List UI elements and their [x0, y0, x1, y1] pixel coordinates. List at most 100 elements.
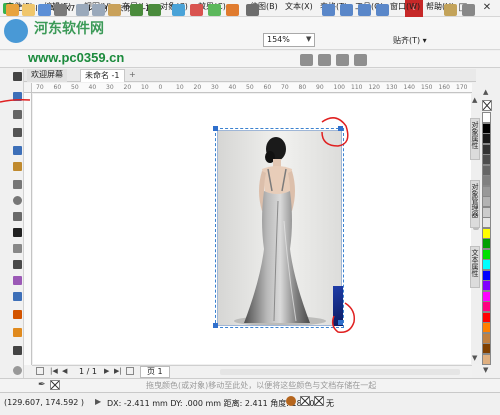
- expand-status-icon[interactable]: ▶: [95, 397, 101, 406]
- color-swatch[interactable]: [482, 322, 491, 333]
- smart-fill-icon[interactable]: [13, 346, 22, 355]
- pick-tool-icon[interactable]: [13, 72, 22, 81]
- drop-shadow-icon[interactable]: [13, 276, 22, 285]
- copy-icon[interactable]: [92, 4, 105, 16]
- transparency-icon[interactable]: [13, 292, 22, 301]
- new-document-icon[interactable]: [6, 4, 19, 16]
- color-swatch[interactable]: [482, 353, 491, 365]
- color-swatch[interactable]: [482, 248, 491, 260]
- menu-window[interactable]: 窗口(W): [390, 1, 420, 12]
- resize-handle-top-left[interactable]: [213, 126, 218, 131]
- show-guidelines-icon[interactable]: [376, 4, 389, 16]
- close-icon[interactable]: ✕: [476, 0, 498, 17]
- undo-icon[interactable]: [130, 4, 143, 16]
- color-swatch[interactable]: [482, 206, 491, 218]
- color-swatch[interactable]: [482, 311, 491, 323]
- fill-none-swatch[interactable]: [300, 396, 310, 406]
- to-back-icon[interactable]: [336, 54, 349, 66]
- horizontal-scrollbar[interactable]: [220, 369, 460, 375]
- color-swatch[interactable]: [482, 122, 491, 134]
- add-page-after-icon[interactable]: [126, 367, 134, 375]
- previous-page-icon[interactable]: ◀: [62, 367, 67, 375]
- paste-icon[interactable]: [108, 4, 121, 16]
- resize-handle-top-right[interactable]: [338, 126, 343, 131]
- wrap-text-icon[interactable]: [300, 54, 313, 66]
- rectangle-tool-icon[interactable]: [13, 180, 22, 189]
- shape-tool-icon[interactable]: [13, 92, 22, 101]
- color-swatch[interactable]: [482, 259, 491, 270]
- resize-handle-bottom-left[interactable]: [213, 323, 218, 328]
- selection-bounding-box[interactable]: [215, 128, 344, 328]
- chevron-down-icon[interactable]: ▼: [306, 35, 311, 43]
- app-launcher-icon[interactable]: [246, 4, 259, 16]
- tab-welcome-screen[interactable]: 欢迎屏幕: [27, 69, 67, 82]
- color-swatch[interactable]: [482, 227, 491, 239]
- options-icon[interactable]: [444, 4, 457, 16]
- color-swatch[interactable]: [482, 175, 491, 186]
- cut-icon[interactable]: [76, 4, 89, 16]
- color-swatch[interactable]: [482, 164, 491, 176]
- show-grid-icon[interactable]: [358, 4, 371, 16]
- interactive-fill-icon[interactable]: [13, 328, 22, 337]
- color-swatch[interactable]: [482, 143, 491, 155]
- freehand-tool-icon[interactable]: [13, 146, 22, 155]
- horizontal-ruler[interactable]: 70 60 50 40 30 20 10 0 10 20 30 40 50 60 70 80 90 100 110 1…: [32, 83, 472, 93]
- palette-scroll-up-icon[interactable]: ▲: [483, 88, 488, 96]
- show-rulers-icon[interactable]: [340, 4, 353, 16]
- color-swatch[interactable]: [482, 343, 491, 354]
- add-tab-icon[interactable]: +: [129, 70, 136, 79]
- color-swatch[interactable]: [482, 301, 491, 312]
- color-swatch[interactable]: [482, 269, 491, 281]
- color-swatch[interactable]: [482, 290, 491, 302]
- crop-tool-icon[interactable]: [13, 110, 22, 119]
- redo-icon[interactable]: [148, 4, 161, 16]
- text-tool-icon[interactable]: [13, 228, 22, 237]
- publish-pdf-icon[interactable]: [226, 4, 239, 16]
- color-swatch[interactable]: [482, 154, 491, 165]
- color-swatch[interactable]: [482, 217, 491, 228]
- to-front-icon[interactable]: [318, 54, 331, 66]
- first-page-icon[interactable]: |◀: [50, 367, 58, 375]
- color-swatch[interactable]: [482, 133, 491, 144]
- tab-untitled-document[interactable]: 未命名 -1: [80, 69, 125, 82]
- parallel-dimension-icon[interactable]: [13, 244, 22, 253]
- docker-tab-object-properties[interactable]: 对象属性: [470, 118, 480, 160]
- settings-icon[interactable]: [462, 4, 475, 16]
- export-icon[interactable]: [208, 4, 221, 16]
- docker-tab-object-manager[interactable]: 对象管理器: [470, 180, 480, 228]
- print-icon[interactable]: [54, 4, 67, 16]
- open-icon[interactable]: [22, 4, 35, 16]
- snap-to-button[interactable]: 贴齐(T) ▾: [393, 35, 427, 46]
- docker-tab-text-properties[interactable]: 文本属性: [470, 246, 480, 288]
- full-screen-icon[interactable]: [322, 4, 335, 16]
- ruler-origin-icon[interactable]: [24, 83, 32, 93]
- zoom-tool-icon[interactable]: [13, 128, 22, 137]
- color-swatch[interactable]: [482, 112, 491, 123]
- add-tool-icon[interactable]: [13, 366, 22, 375]
- align-icon[interactable]: [354, 54, 367, 66]
- resize-handle-bottom-right[interactable]: [338, 320, 343, 325]
- scroll-up-icon[interactable]: ▲: [472, 96, 477, 104]
- color-swatch[interactable]: [482, 196, 491, 207]
- eyedropper-icon[interactable]: [13, 310, 22, 319]
- outline-none-swatch[interactable]: [314, 396, 324, 406]
- artistic-media-icon[interactable]: [13, 162, 22, 171]
- page-tab-1[interactable]: 页 1: [140, 366, 170, 378]
- scroll-down-icon[interactable]: ▼: [472, 354, 477, 362]
- palette-scroll-down-icon[interactable]: ▼: [483, 366, 488, 374]
- menu-text[interactable]: 文本(X): [285, 1, 313, 12]
- last-page-icon[interactable]: ▶|: [114, 367, 122, 375]
- import-icon[interactable]: [190, 4, 203, 16]
- polygon-tool-icon[interactable]: [13, 212, 22, 221]
- ellipse-tool-icon[interactable]: [13, 196, 22, 205]
- vertical-ruler[interactable]: [24, 93, 32, 365]
- connector-tool-icon[interactable]: [13, 260, 22, 269]
- color-swatch[interactable]: [482, 238, 491, 249]
- add-page-icon[interactable]: [36, 367, 44, 375]
- color-swatch[interactable]: [482, 185, 491, 197]
- save-icon[interactable]: [38, 4, 51, 16]
- color-swatch[interactable]: [482, 280, 491, 291]
- color-swatch[interactable]: [482, 332, 491, 344]
- fill-icon[interactable]: [286, 396, 296, 406]
- no-fill-swatch[interactable]: [50, 380, 60, 390]
